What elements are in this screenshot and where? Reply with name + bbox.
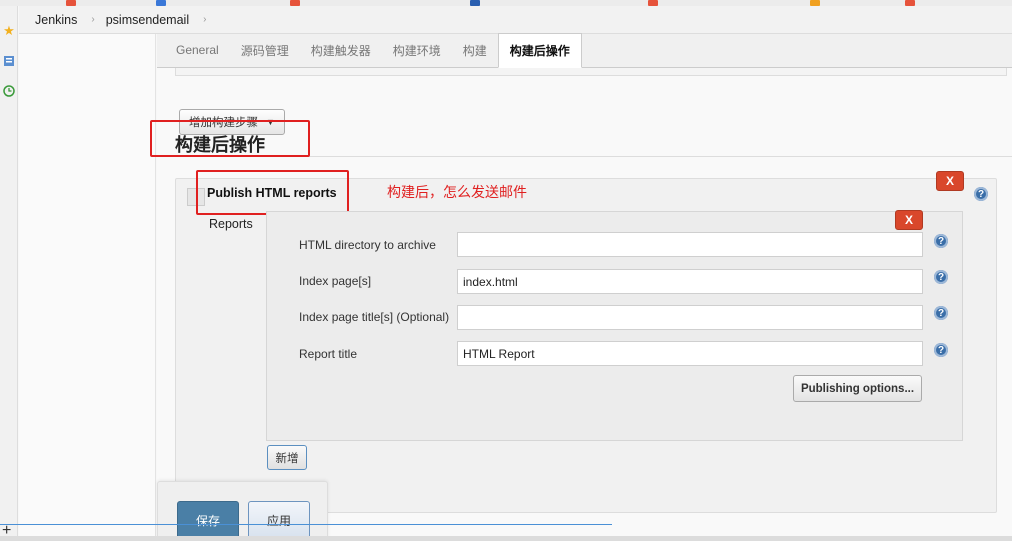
- job-config-panel: General 源码管理 构建触发器 构建环境 构建 构建后操作 增加构建步骤 …: [150, 33, 1012, 541]
- tab-source-code[interactable]: 源码管理: [230, 33, 300, 67]
- report-title-label: Report title: [299, 347, 358, 361]
- tab-build[interactable]: 构建: [452, 33, 498, 67]
- help-icon[interactable]: ?: [934, 270, 948, 284]
- breadcrumb-separator-icon[interactable]: ›: [203, 14, 206, 25]
- reports-label: Reports: [209, 217, 253, 231]
- add-report-button[interactable]: 新增: [267, 445, 307, 470]
- annotation-highlight-box: [196, 170, 349, 215]
- index-page-titles-label: Index page title[s] (Optional): [299, 310, 450, 324]
- browser-side-rail: ★: [0, 6, 18, 541]
- star-icon[interactable]: ★: [2, 23, 16, 38]
- tab-build-environment[interactable]: 构建环境: [382, 33, 452, 67]
- help-icon[interactable]: ?: [934, 306, 948, 320]
- index-pages-label: Index page[s]: [299, 274, 372, 288]
- delete-report-button[interactable]: X: [895, 210, 923, 230]
- previous-section-edge: [175, 68, 1007, 76]
- publishing-options-button[interactable]: Publishing options...: [793, 375, 922, 402]
- html-directory-input[interactable]: [457, 232, 923, 257]
- annotation-highlight-box: [150, 120, 310, 157]
- history-icon[interactable]: [2, 84, 16, 98]
- tab-general[interactable]: General: [165, 33, 230, 67]
- delete-publisher-button[interactable]: X: [936, 171, 964, 191]
- breadcrumb-jenkins[interactable]: Jenkins: [35, 13, 77, 27]
- progress-line: [0, 524, 612, 525]
- config-tab-bar: General 源码管理 构建触发器 构建环境 构建 构建后操作: [157, 33, 1012, 68]
- breadcrumb-job[interactable]: psimsendemail: [106, 13, 189, 27]
- jenkins-sidebar: [19, 6, 156, 541]
- tab-build-triggers[interactable]: 构建触发器: [300, 33, 382, 67]
- index-page-titles-input[interactable]: [457, 305, 923, 330]
- bottom-scrollbar[interactable]: [0, 536, 1012, 541]
- html-directory-label: HTML directory to archive: [299, 238, 436, 252]
- apply-button[interactable]: 应用: [248, 501, 310, 539]
- annotation-note: 构建后，怎么发送邮件: [387, 184, 527, 200]
- index-pages-input[interactable]: [457, 269, 923, 294]
- breadcrumb: Jenkins › psimsendemail ›: [19, 6, 1012, 34]
- help-icon[interactable]: ?: [974, 187, 988, 201]
- tab-post-build[interactable]: 构建后操作: [497, 33, 582, 68]
- help-icon[interactable]: ?: [934, 234, 948, 248]
- save-button[interactable]: 保存: [177, 501, 239, 539]
- help-icon[interactable]: ?: [934, 343, 948, 357]
- report-title-input[interactable]: [457, 341, 923, 366]
- breadcrumb-separator-icon: ›: [91, 14, 95, 25]
- reading-list-icon[interactable]: [2, 54, 16, 68]
